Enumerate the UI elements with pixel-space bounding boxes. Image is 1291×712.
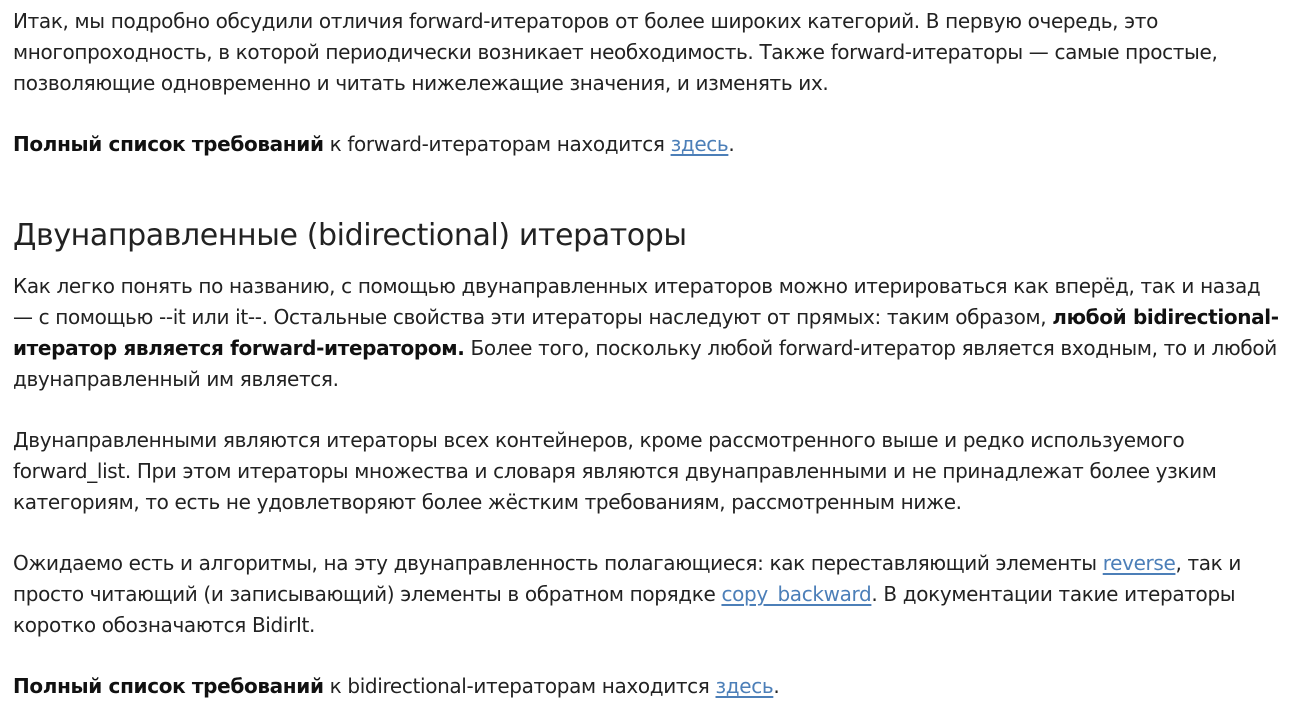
forward-requirements-paragraph: Полный список требований к forward-итера… <box>13 129 1281 160</box>
bidirectional-paragraph-2: Двунаправленными являются итераторы всех… <box>13 425 1281 518</box>
bidirectional-requirements-paragraph: Полный список требований к bidirectional… <box>13 671 1281 702</box>
bidirectional-p3-text1: Ожидаемо есть и алгоритмы, на эту двунап… <box>13 551 1103 575</box>
bidirectional-requirements-end: . <box>773 674 780 698</box>
forward-requirements-end: . <box>728 132 735 156</box>
bidirectional-paragraph-1: Как легко понять по названию, с помощью … <box>13 271 1281 395</box>
bidirectional-p2-text: Двунаправленными являются итераторы всех… <box>13 428 1217 514</box>
intro-text: Итак, мы подробно обсудили отличия forwa… <box>13 9 1218 95</box>
bidirectional-requirements-link[interactable]: здесь <box>716 674 774 698</box>
bidirectional-paragraph-3: Ожидаемо есть и алгоритмы, на эту двунап… <box>13 548 1281 641</box>
bidirectional-requirements-text: к bidirectional-итераторам находится <box>323 674 716 698</box>
forward-requirements-text: к forward-итераторам находится <box>323 132 671 156</box>
article-content: Итак, мы подробно обсудили отличия forwa… <box>0 0 1281 702</box>
copy-backward-link[interactable]: copy_backward <box>721 582 871 606</box>
reverse-link[interactable]: reverse <box>1103 551 1176 575</box>
forward-requirements-link[interactable]: здесь <box>671 132 729 156</box>
forward-requirements-bold: Полный список требований <box>13 132 324 156</box>
bidirectional-requirements-bold: Полный список требований <box>13 674 324 698</box>
section-heading: Двунаправленные (bidirectional) итератор… <box>13 218 687 253</box>
intro-paragraph: Итак, мы подробно обсудили отличия forwa… <box>13 6 1281 99</box>
